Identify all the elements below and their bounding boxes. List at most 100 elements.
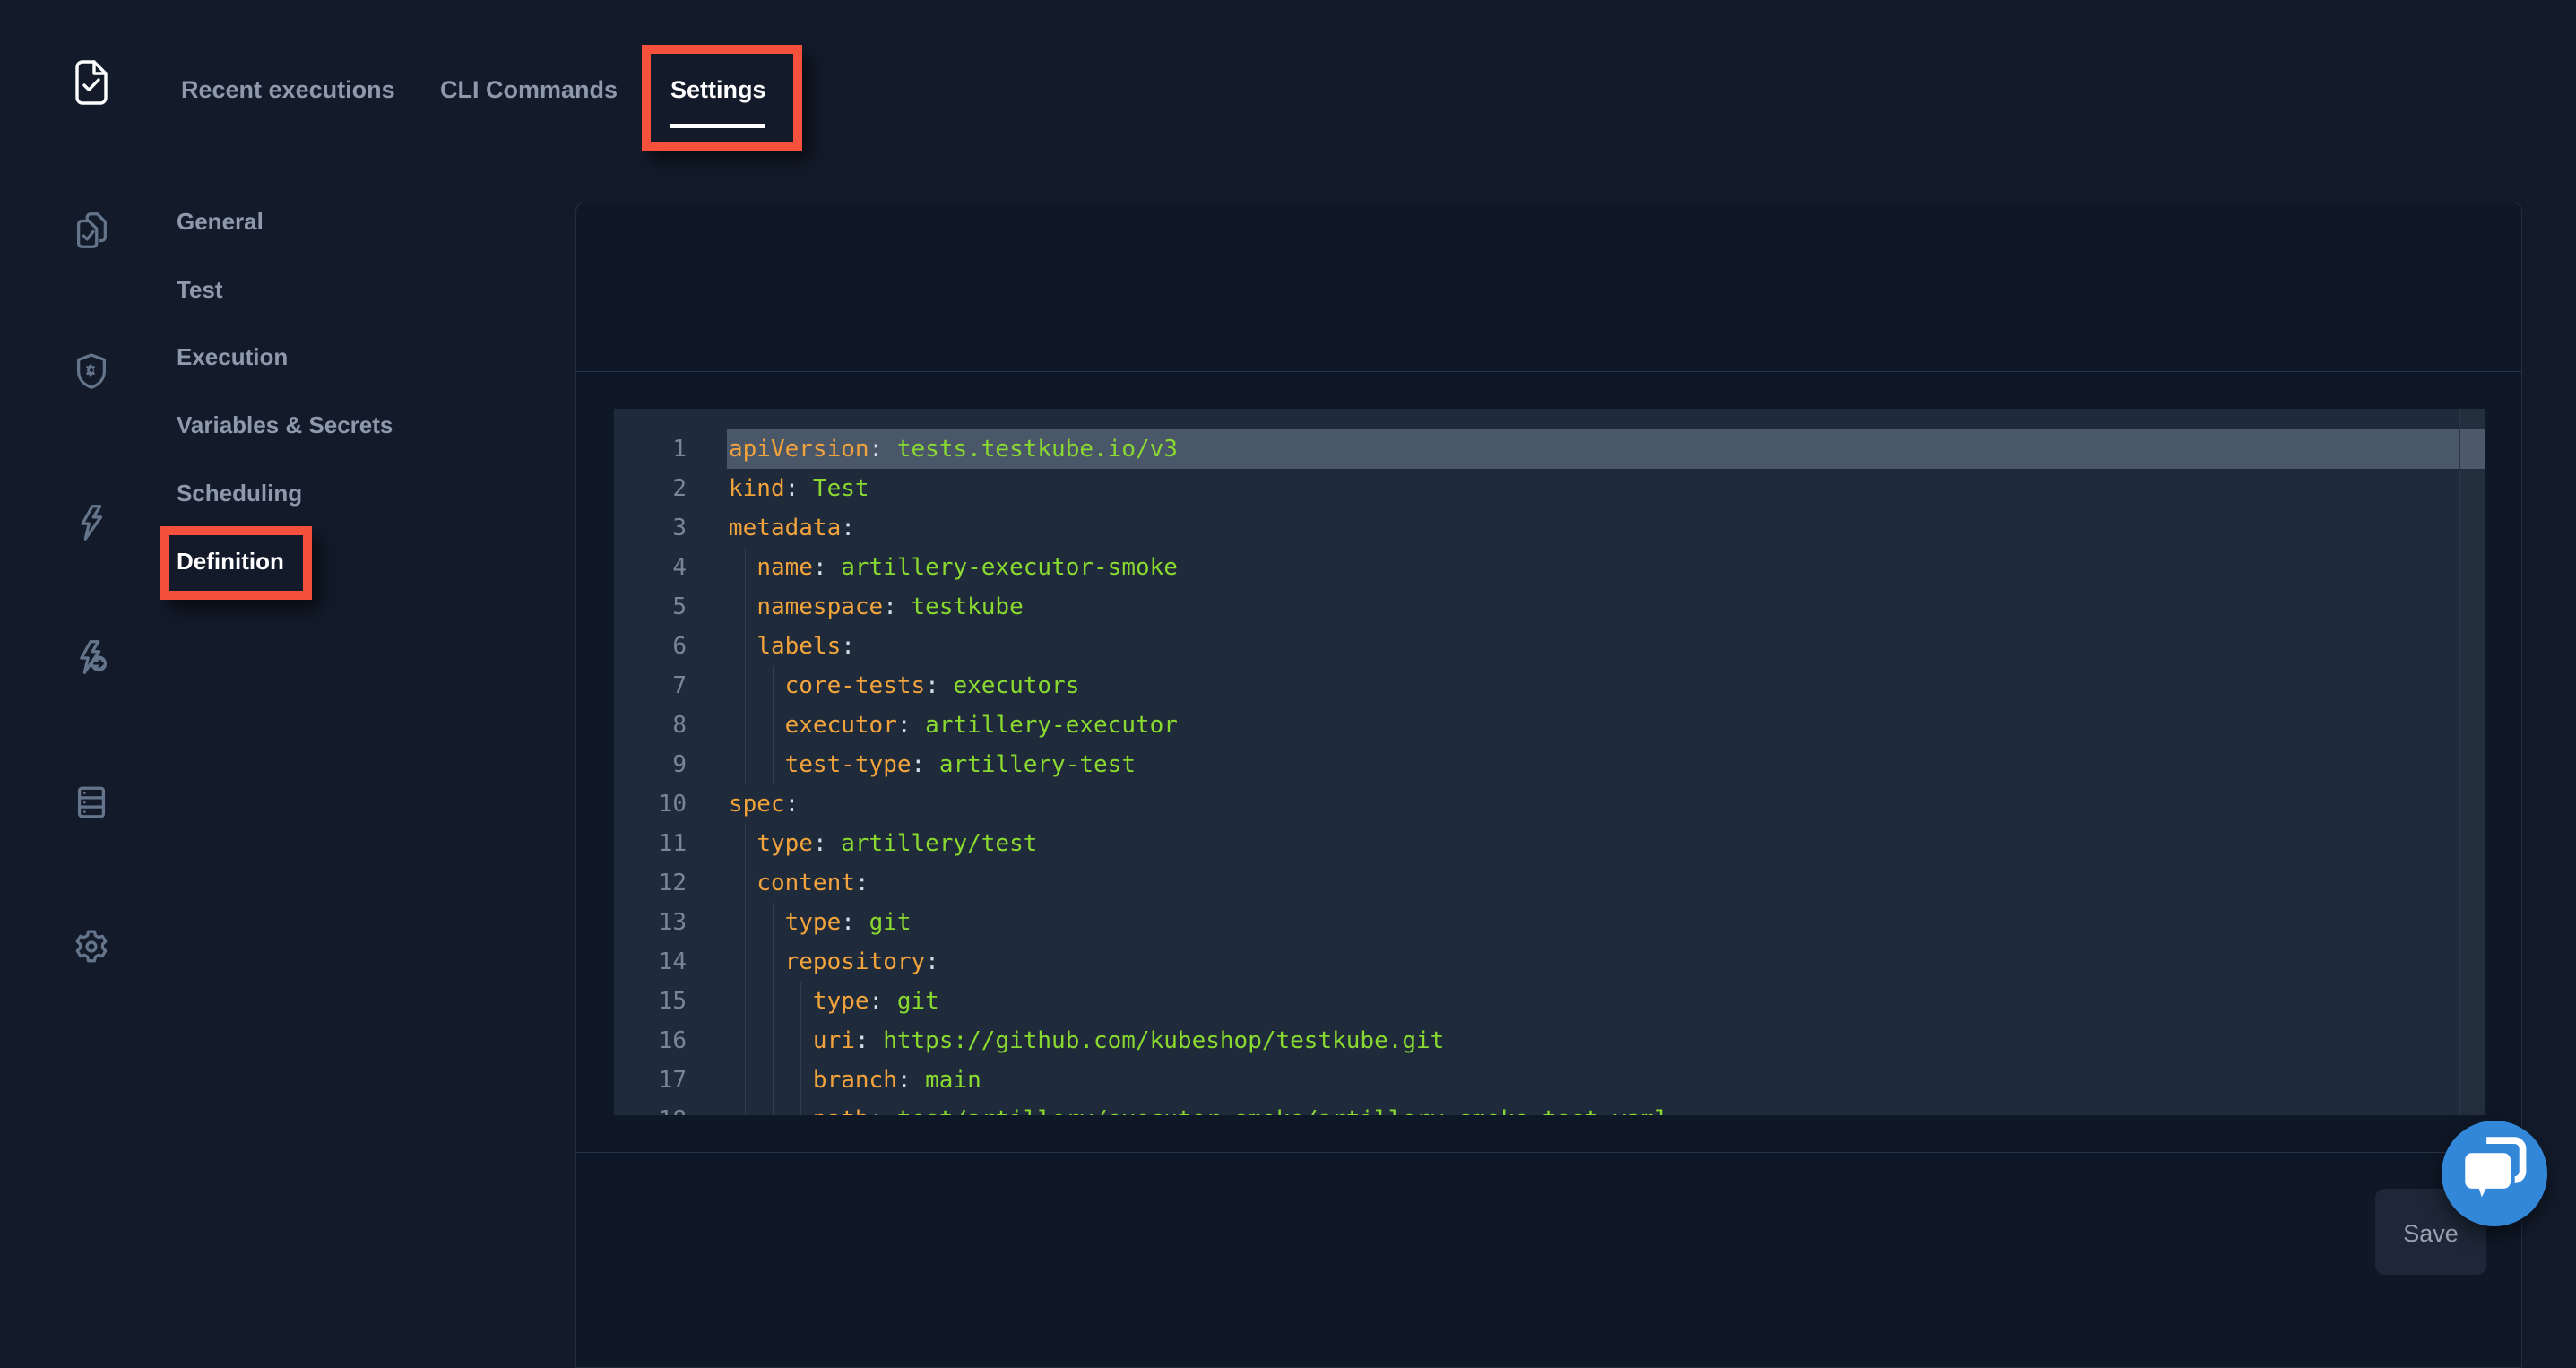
line-number: 2 [614, 469, 727, 508]
yaml-colon: : [813, 830, 841, 857]
code-line-4[interactable]: 4 name: artillery-executor-smoke [614, 548, 2485, 587]
line-number: 16 [614, 1021, 727, 1061]
line-content: metadata: [727, 508, 2485, 548]
yaml-key: uri [813, 1027, 855, 1054]
yaml-key: metadata [729, 515, 841, 541]
indent-guide [773, 903, 774, 942]
yaml-value: artillery-test [939, 751, 1136, 778]
code-line-10[interactable]: 10spec: [614, 784, 2485, 824]
yaml-value: artillery-executor-smoke [841, 554, 1178, 581]
code-line-12[interactable]: 12 content: [614, 863, 2485, 903]
tests-icon[interactable] [71, 210, 112, 251]
yaml-colon: : [841, 515, 855, 541]
indent-guide [773, 666, 774, 706]
line-number: 12 [614, 863, 727, 903]
line-number: 15 [614, 982, 727, 1021]
code-line-5[interactable]: 5 namespace: testkube [614, 587, 2485, 627]
yaml-value: artillery-executor [925, 712, 1178, 739]
line-number: 11 [614, 824, 727, 863]
indent-guide [745, 706, 746, 745]
indent-guide [800, 1061, 801, 1100]
indent-guide [745, 903, 746, 942]
line-content: apiVersion: tests.testkube.io/v3 [727, 429, 2485, 469]
editor-scrollbar[interactable] [2459, 409, 2485, 1115]
line-number: 13 [614, 903, 727, 942]
tab-recent-executions[interactable]: Recent executions [181, 75, 395, 104]
yaml-colon: : [841, 633, 855, 660]
code-line-2[interactable]: 2kind: Test [614, 469, 2485, 508]
executors-icon[interactable] [71, 351, 112, 392]
sources-icon[interactable] [71, 782, 112, 823]
indent-guide [745, 548, 746, 587]
editor-lines: 1apiVersion: tests.testkube.io/v32kind: … [614, 409, 2485, 1115]
yaml-colon: : [855, 1027, 883, 1054]
code-line-1[interactable]: 1apiVersion: tests.testkube.io/v3 [614, 429, 2485, 469]
yaml-colon: : [925, 672, 953, 699]
line-number: 4 [614, 548, 727, 587]
indent-guide [773, 982, 774, 1021]
line-number: 14 [614, 942, 727, 982]
yaml-editor[interactable]: 1apiVersion: tests.testkube.io/v32kind: … [614, 409, 2485, 1115]
definition-panel: Definition Validate and update your test… [575, 203, 2522, 1368]
document-check-icon[interactable] [72, 59, 111, 109]
triggers-icon[interactable] [71, 502, 112, 543]
sidebar-item-scheduling[interactable]: Scheduling [177, 475, 302, 511]
sidebar-item-variables-secrets[interactable]: Variables & Secrets [177, 407, 393, 443]
indent-guide [745, 745, 746, 784]
line-content: type: git [727, 903, 2485, 942]
line-content: executor: artillery-executor [727, 706, 2485, 745]
line-number: 10 [614, 784, 727, 824]
yaml-value: git [897, 988, 939, 1015]
line-content: kind: Test [727, 469, 2485, 508]
line-content: spec: [727, 784, 2485, 824]
code-line-6[interactable]: 6 labels: [614, 627, 2485, 666]
line-content: namespace: testkube [727, 587, 2485, 627]
yaml-key: content [756, 870, 855, 896]
indent-guide [745, 1021, 746, 1061]
code-line-11[interactable]: 11 type: artillery/test [614, 824, 2485, 863]
code-line-13[interactable]: 13 type: git [614, 903, 2485, 942]
annotation-box-definition [160, 526, 312, 600]
indent-guide [745, 627, 746, 666]
footer-divider [576, 1152, 2521, 1153]
line-content: type: git [727, 982, 2485, 1021]
yaml-value: artillery/test [841, 830, 1037, 857]
code-line-3[interactable]: 3metadata: [614, 508, 2485, 548]
code-line-9[interactable]: 9 test-type: artillery-test [614, 745, 2485, 784]
code-line-14[interactable]: 14 repository: [614, 942, 2485, 982]
line-number: 17 [614, 1061, 727, 1100]
code-line-17[interactable]: 17 branch: main [614, 1061, 2485, 1100]
yaml-value: testkube [912, 593, 1024, 620]
code-line-8[interactable]: 8 executor: artillery-executor [614, 706, 2485, 745]
code-line-15[interactable]: 15 type: git [614, 982, 2485, 1021]
yaml-key: path [813, 1106, 869, 1115]
settings-icon[interactable] [71, 926, 112, 967]
indent-guide [773, 1021, 774, 1061]
yaml-value: Test [813, 475, 869, 502]
code-line-18[interactable]: 18 path: test/artillery/executor-smoke/a… [614, 1100, 2485, 1115]
yaml-key: executor [785, 712, 897, 739]
line-number: 18 [614, 1100, 727, 1115]
yaml-key: spec [729, 791, 785, 818]
sidebar-item-execution[interactable]: Execution [177, 339, 288, 375]
indent-guide [800, 1021, 801, 1061]
code-line-16[interactable]: 16 uri: https://github.com/kubeshop/test… [614, 1021, 2485, 1061]
sidebar-item-test[interactable]: Test [177, 272, 223, 307]
header-divider [576, 371, 2521, 372]
line-content: branch: main [727, 1061, 2485, 1100]
yaml-key: apiVersion [729, 436, 869, 463]
chat-widget-button[interactable] [2442, 1121, 2547, 1226]
yaml-key: branch [813, 1067, 897, 1094]
line-content: path: test/artillery/executor-smoke/arti… [727, 1100, 2485, 1115]
indent-guide [745, 824, 746, 863]
yaml-value: main [925, 1067, 981, 1094]
sidebar-item-general[interactable]: General [177, 203, 264, 239]
yaml-colon: : [869, 1106, 897, 1115]
yaml-colon: : [841, 909, 869, 936]
yaml-colon: : [855, 870, 869, 896]
tab-cli-commands[interactable]: CLI Commands [440, 75, 618, 104]
indent-guide [745, 942, 746, 982]
code-line-7[interactable]: 7 core-tests: executors [614, 666, 2485, 706]
line-content: type: artillery/test [727, 824, 2485, 863]
webhooks-icon[interactable] [71, 637, 112, 679]
